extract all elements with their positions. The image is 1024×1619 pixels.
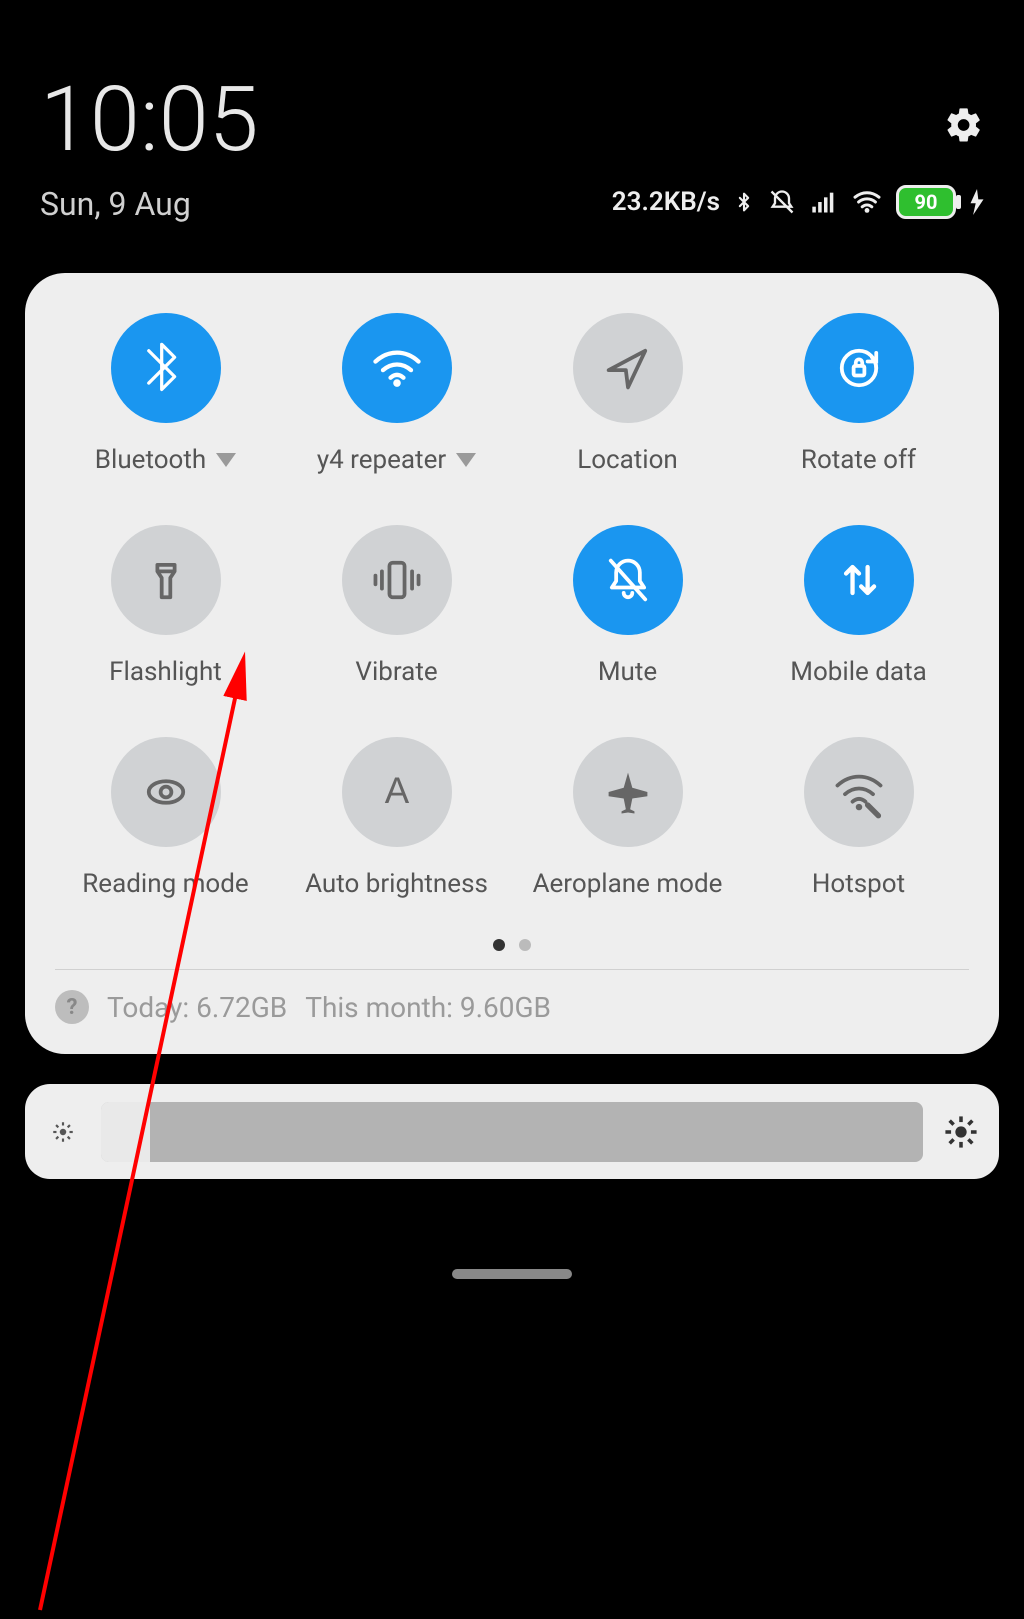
tile-label: Bluetooth: [95, 445, 206, 475]
hotspot-icon: [831, 764, 887, 820]
brightness-high-icon: [943, 1114, 979, 1150]
status-icons-row: 23.2KB/s 90: [612, 185, 984, 219]
tile-rotate-lock[interactable]: Rotate off: [748, 313, 969, 475]
tile-mute[interactable]: Mute: [517, 525, 738, 687]
brightness-track[interactable]: [101, 1102, 923, 1162]
wifi-icon: [369, 340, 425, 396]
alarm-off-icon: [768, 188, 796, 216]
bluetooth-icon: [734, 188, 754, 216]
mobile-data-toggle[interactable]: [804, 525, 914, 635]
flashlight-toggle[interactable]: [111, 525, 221, 635]
wifi-toggle[interactable]: [342, 313, 452, 423]
tile-label-row: Reading mode: [82, 869, 248, 899]
tiles-grid: Bluetooth y4 repeater Location Rotate off Fl…: [55, 313, 969, 899]
tile-location[interactable]: Location: [517, 313, 738, 475]
tile-wifi[interactable]: y4 repeater: [286, 313, 507, 475]
header-left: 10:05 Sun, 9 Aug: [40, 75, 259, 223]
reading-icon: [138, 764, 194, 820]
tile-label-row: Bluetooth: [95, 445, 236, 475]
rotate-lock-toggle[interactable]: [804, 313, 914, 423]
tile-label: Hotspot: [812, 869, 905, 899]
tile-reading[interactable]: Reading mode: [55, 737, 276, 899]
clock-date: Sun, 9 Aug: [40, 185, 259, 223]
vibrate-toggle[interactable]: [342, 525, 452, 635]
tile-label: Location: [577, 445, 678, 475]
tile-label-row: Mute: [598, 657, 657, 687]
data-usage-row[interactable]: ? Today: 6.72GB This month: 9.60GB: [55, 990, 969, 1024]
airplane-toggle[interactable]: [573, 737, 683, 847]
tile-label-row: Mobile data: [790, 657, 926, 687]
vibrate-icon: [369, 552, 425, 608]
signal-icon: [810, 190, 838, 214]
usage-month: This month: 9.60GB: [305, 991, 551, 1024]
mute-toggle[interactable]: [573, 525, 683, 635]
expand-chevron-icon[interactable]: [456, 453, 476, 467]
tile-label-row: Location: [577, 445, 678, 475]
battery-indicator: 90: [896, 185, 956, 219]
charging-icon: [970, 189, 984, 215]
header-right: 23.2KB/s 90: [612, 75, 984, 219]
page-dot-2[interactable]: [519, 939, 531, 951]
mobile-data-icon: [831, 552, 887, 608]
tile-airplane[interactable]: Aeroplane mode: [517, 737, 738, 899]
rotate-lock-icon: [831, 340, 887, 396]
svg-text:A: A: [384, 770, 409, 811]
flashlight-icon: [138, 552, 194, 608]
tile-mobile-data[interactable]: Mobile data: [748, 525, 969, 687]
tile-label-row: Flashlight: [109, 657, 222, 687]
tile-label: Reading mode: [82, 869, 248, 899]
tile-vibrate[interactable]: Vibrate: [286, 525, 507, 687]
tile-label: Flashlight: [109, 657, 222, 687]
tile-bluetooth[interactable]: Bluetooth: [55, 313, 276, 475]
usage-today: Today: 6.72GB: [107, 991, 287, 1024]
clock-time: 10:05: [40, 75, 259, 165]
tile-label-row: Hotspot: [812, 869, 905, 899]
brightness-slider[interactable]: [25, 1084, 999, 1179]
expand-chevron-icon[interactable]: [216, 453, 236, 467]
hotspot-toggle[interactable]: [804, 737, 914, 847]
help-icon: ?: [55, 990, 89, 1024]
divider: [55, 969, 969, 970]
location-toggle[interactable]: [573, 313, 683, 423]
tile-label-row: Vibrate: [355, 657, 437, 687]
wifi-icon: [852, 190, 882, 214]
brightness-low-icon: [45, 1114, 81, 1150]
location-icon: [600, 340, 656, 396]
bluetooth-icon: [138, 340, 194, 396]
reading-toggle[interactable]: [111, 737, 221, 847]
tile-label-row: Aeroplane mode: [533, 869, 723, 899]
bluetooth-toggle[interactable]: [111, 313, 221, 423]
tile-label: Mobile data: [790, 657, 926, 687]
page-indicator[interactable]: [55, 939, 969, 951]
tile-flashlight[interactable]: Flashlight: [55, 525, 276, 687]
page-dot-1[interactable]: [493, 939, 505, 951]
tile-label-row: y4 repeater: [317, 445, 476, 475]
tile-label: y4 repeater: [317, 445, 446, 475]
tile-label: Rotate off: [801, 445, 916, 475]
net-speed: 23.2KB/s: [612, 187, 720, 217]
settings-button[interactable]: [944, 105, 984, 145]
home-indicator[interactable]: [452, 1269, 572, 1279]
mute-icon: [600, 552, 656, 608]
tile-auto-bright[interactable]: A Auto brightness: [286, 737, 507, 899]
airplane-icon: [600, 764, 656, 820]
tile-label-row: Rotate off: [801, 445, 916, 475]
tile-label: Auto brightness: [305, 869, 488, 899]
tile-label: Vibrate: [355, 657, 437, 687]
tile-hotspot[interactable]: Hotspot: [748, 737, 969, 899]
tile-label: Mute: [598, 657, 657, 687]
tile-label-row: Auto brightness: [305, 869, 488, 899]
status-header: 10:05 Sun, 9 Aug 23.2KB/s 90: [0, 0, 1024, 243]
gear-icon: [944, 105, 984, 145]
tile-label: Aeroplane mode: [533, 869, 723, 899]
auto-bright-toggle[interactable]: A: [342, 737, 452, 847]
brightness-fill: [101, 1102, 150, 1162]
auto-bright-icon: A: [369, 764, 425, 820]
quick-settings-panel: Bluetooth y4 repeater Location Rotate off Fl…: [25, 273, 999, 1054]
